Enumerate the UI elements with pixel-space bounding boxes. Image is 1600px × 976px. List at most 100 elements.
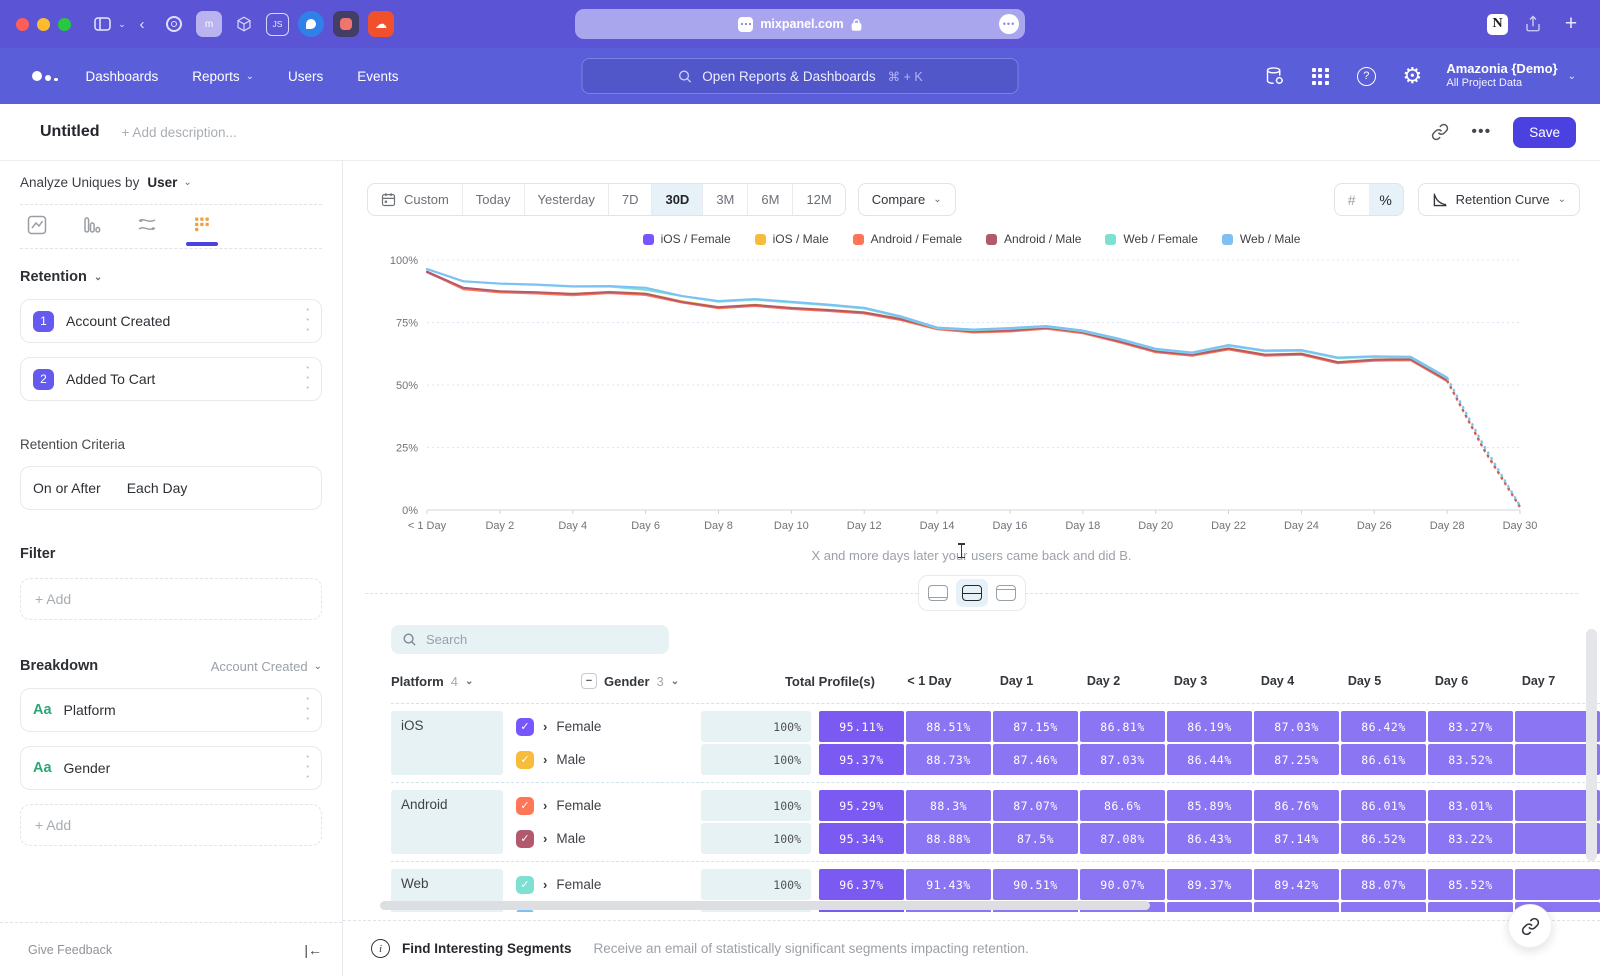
retention-value-cell[interactable]: 89.48% — [1254, 902, 1339, 912]
js-extension-icon[interactable]: JS — [266, 13, 289, 36]
retention-step-added-to-cart[interactable]: 2Added To Cart• • • — [20, 357, 322, 401]
share-link-fab[interactable] — [1508, 904, 1552, 948]
save-button[interactable]: Save — [1513, 117, 1576, 148]
layout-split-toggle[interactable] — [956, 579, 988, 607]
range-12m[interactable]: 12M — [792, 184, 844, 215]
filter-add-button[interactable]: + Add — [20, 578, 322, 620]
expand-chevron-icon[interactable]: › — [543, 877, 547, 892]
criteria-each-day[interactable]: Each Day — [127, 480, 188, 496]
retention-value-cell[interactable]: 96.37% — [819, 869, 904, 900]
retention-section-header[interactable]: Retention ⌄ — [20, 269, 322, 285]
series-checkbox[interactable]: ✓ — [516, 830, 534, 848]
retention-value-cell[interactable]: 85.47% — [1428, 902, 1513, 912]
kebab-menu-icon[interactable]: • • • — [307, 306, 309, 335]
retention-criteria-card[interactable]: On or After Each Day — [20, 466, 322, 510]
report-title[interactable]: Untitled — [40, 123, 100, 141]
retention-value-cell[interactable]: 89.42% — [1254, 869, 1339, 900]
add-description[interactable]: + Add description... — [122, 125, 237, 140]
give-feedback-link[interactable]: Give Feedback — [28, 943, 112, 957]
share-icon[interactable] — [1524, 14, 1542, 34]
data-management-icon[interactable] — [1262, 64, 1286, 88]
retention-value-cell[interactable]: 95.37% — [819, 744, 904, 775]
retention-value-cell[interactable]: 88.51% — [906, 711, 991, 742]
layout-chart-focus-toggle[interactable] — [922, 579, 954, 607]
format-percent-toggle[interactable]: % — [1369, 184, 1403, 215]
back-icon[interactable]: ‹ — [129, 11, 155, 37]
retention-value-cell[interactable]: 87.5% — [993, 823, 1078, 854]
retention-value-cell[interactable]: 86.01% — [1341, 790, 1426, 821]
settings-gear-icon[interactable]: ⚙ — [1400, 64, 1424, 88]
retention-value-cell[interactable]: 95.29% — [819, 790, 904, 821]
breakdown-add-button[interactable]: + Add — [20, 804, 322, 846]
global-search[interactable]: Open Reports & Dashboards ⌘ + K — [582, 58, 1019, 94]
breakdown-item-gender[interactable]: AaGender• • • — [20, 746, 322, 790]
m-extension-icon[interactable]: m — [196, 11, 222, 37]
retention-value-cell[interactable]: 83.27% — [1428, 711, 1513, 742]
series-checkbox[interactable]: ✓ — [516, 797, 534, 815]
mixpanel-logo[interactable] — [32, 71, 58, 81]
sidebar-toggle-icon[interactable] — [89, 11, 115, 37]
select-all-checkbox[interactable]: − — [581, 673, 597, 689]
retention-value-cell[interactable]: 87.15% — [993, 711, 1078, 742]
retention-value-cell[interactable]: 85.89% — [1167, 790, 1252, 821]
retention-value-cell[interactable]: 88.88% — [906, 823, 991, 854]
retention-value-cell[interactable]: 86.43% — [1167, 823, 1252, 854]
more-options-icon[interactable]: ••• — [1471, 123, 1491, 141]
nav-link-events[interactable]: Events — [357, 69, 398, 84]
retention-value-cell[interactable]: 89.18% — [1167, 902, 1252, 912]
retention-value-cell[interactable]: 86.52% — [1341, 823, 1426, 854]
analyze-value-dropdown[interactable]: User — [147, 175, 177, 190]
range-6m[interactable]: 6M — [747, 184, 792, 215]
retention-value-cell[interactable]: 83.22% — [1428, 823, 1513, 854]
legend-item-android-male[interactable]: Android / Male — [986, 232, 1081, 246]
retention-value-cell[interactable]: 91.43% — [906, 869, 991, 900]
kebab-menu-icon[interactable]: • • • — [307, 364, 309, 393]
minimize-window-button[interactable] — [37, 18, 50, 31]
kebab-menu-icon[interactable]: • • • — [307, 753, 309, 782]
help-icon[interactable]: ? — [1354, 64, 1378, 88]
retention-value-cell[interactable]: 83.52% — [1428, 744, 1513, 775]
nav-link-dashboards[interactable]: Dashboards — [86, 69, 159, 84]
expand-chevron-icon[interactable]: › — [543, 719, 547, 734]
breakdown-target-dropdown[interactable]: Account Created ⌄ — [211, 659, 322, 674]
criteria-on-or-after[interactable]: On or After — [33, 480, 101, 496]
legend-item-web-male[interactable]: Web / Male — [1222, 232, 1300, 246]
retention-value-cell[interactable]: 95.11% — [819, 711, 904, 742]
horizontal-scrollbar[interactable] — [380, 901, 1150, 910]
retention-value-cell[interactable]: 86.19% — [1167, 711, 1252, 742]
platform-column-header[interactable]: Platform 4 ⌄ — [391, 674, 571, 689]
tab-retention[interactable] — [187, 215, 217, 246]
maximize-window-button[interactable] — [58, 18, 71, 31]
series-checkbox[interactable]: ✓ — [516, 718, 534, 736]
chart-type-dropdown[interactable]: Retention Curve ⌄ — [1418, 183, 1580, 216]
retention-value-cell[interactable]: 83.01% — [1428, 790, 1513, 821]
org-switcher[interactable]: Amazonia {Demo} All Project Data ⌄ — [1446, 61, 1576, 91]
retention-value-cell[interactable]: 88.73% — [906, 744, 991, 775]
address-bar[interactable]: mixpanel.com ••• — [575, 9, 1025, 39]
range-7d[interactable]: 7D — [608, 184, 652, 215]
nav-link-users[interactable]: Users — [288, 69, 323, 84]
close-window-button[interactable] — [16, 18, 29, 31]
retention-value-cell[interactable]: 95.34% — [819, 823, 904, 854]
retention-value-cell[interactable]: 87.03% — [1080, 744, 1165, 775]
new-tab-icon[interactable]: + — [1558, 11, 1584, 37]
retention-value-cell[interactable]: 89.37% — [1167, 869, 1252, 900]
compare-button[interactable]: Compare ⌄ — [858, 183, 956, 216]
series-checkbox[interactable]: ✓ — [516, 876, 534, 894]
notion-icon[interactable]: N — [1487, 14, 1508, 35]
expand-chevron-icon[interactable]: › — [543, 798, 547, 813]
retention-value-cell[interactable]: 88.07% — [1341, 869, 1426, 900]
expand-chevron-icon[interactable]: › — [543, 910, 547, 912]
retention-value-cell[interactable]: 86.76% — [1254, 790, 1339, 821]
retention-value-cell[interactable]: 86.6% — [1080, 790, 1165, 821]
retention-value-cell[interactable]: 87.14% — [1254, 823, 1339, 854]
cube-extension-icon[interactable] — [231, 11, 257, 37]
series-checkbox[interactable]: ✓ — [516, 751, 534, 769]
tab-funnels[interactable] — [77, 215, 107, 235]
copy-link-icon[interactable] — [1431, 123, 1449, 141]
retention-value-cell[interactable]: 85.52% — [1428, 869, 1513, 900]
layout-table-focus-toggle[interactable] — [990, 579, 1022, 607]
retention-value-cell[interactable]: 90.07% — [1080, 869, 1165, 900]
breakdown-item-platform[interactable]: AaPlatform• • • — [20, 688, 322, 732]
format-number-toggle[interactable]: # — [1335, 184, 1369, 215]
